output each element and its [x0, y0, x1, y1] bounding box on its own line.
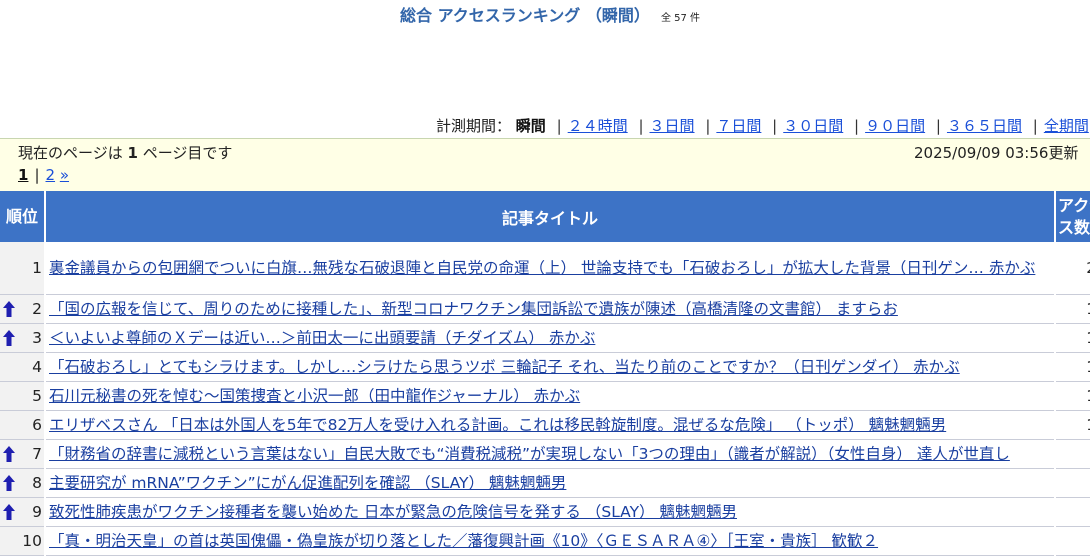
- table-header-row: 順位 記事タイトル アクセス数: [0, 191, 1090, 242]
- pagination: 1 | 2 »: [18, 166, 70, 184]
- rank-column-header: 順位: [0, 191, 46, 242]
- ranking-table: 順位 記事タイトル アクセス数 1 裏金議員からの包囲網でついに白旗…無残な石破退…: [0, 191, 1090, 556]
- period-link-24h[interactable]: ２４時間: [568, 117, 628, 135]
- article-title-link[interactable]: 「真・明治天皇」の首は英国傀儡・偽皇族が切り落とした／藩復興計画《10》〈ＧＥＳ…: [49, 532, 878, 550]
- rank-cell: 9: [0, 497, 46, 527]
- rank-number: 4: [32, 358, 42, 376]
- title-cell: 主要研究が mRNA”ワクチン”にがん促進配列を確認 （SLAY） 魑魅魍魎男: [45, 468, 1056, 498]
- info-bar: 現在のページは 1 ページ目です 2025/09/09 03:56更新 1 | 2 …: [0, 139, 1090, 191]
- rank-number: 8: [32, 474, 42, 492]
- rank-number: 10: [22, 532, 42, 550]
- article-title-link[interactable]: エリザベスさん 「日本は外国人を5年で82万人を受け入れる計画。これは移民斡旋制…: [49, 416, 946, 434]
- rank-up-arrow-icon: [3, 504, 15, 520]
- article-title-link[interactable]: 「石破おろし」とてもシラけます。しかし…シラけたら思うツボ 三輪記子 それ、当た…: [49, 358, 960, 376]
- title-cell: ＜いよいよ尊師のＸデーは近い…＞前田太一に出頭要請（チダイズム） 赤かぶ: [45, 323, 1056, 353]
- table-row: 9 致死性肺疾患がワクチン接種者を襲い始めた 日本が緊急の危険信号を発する （SL…: [0, 497, 1090, 527]
- table-row: 5 石川元秘書の死を悼む～国策捜査と小沢一郎（田中龍作ジャーナル） 赤かぶ 12: [0, 381, 1090, 411]
- period-link-7d[interactable]: ７日間: [716, 117, 761, 135]
- period-link-all[interactable]: 全期間: [1044, 117, 1089, 135]
- rank-up-arrow-icon: [3, 301, 15, 317]
- rank-up-arrow-icon: [3, 330, 15, 346]
- access-count: 4: [1055, 497, 1090, 527]
- rank-number: 2: [32, 300, 42, 318]
- article-title-link[interactable]: 「財務省の辞書に減税という言葉はない」自民大敗でも“消費税減税”が実現しない「3…: [49, 445, 1010, 463]
- access-count: 4: [1055, 526, 1090, 556]
- rank-cell: 4: [0, 352, 46, 382]
- rank-cell: 2: [0, 294, 46, 324]
- rank-up-arrow-icon: [3, 475, 15, 491]
- title-cell: 石川元秘書の死を悼む～国策捜査と小沢一郎（田中龍作ジャーナル） 赤かぶ: [45, 381, 1056, 411]
- page-link-1[interactable]: 1: [18, 166, 28, 184]
- title-cell: 「真・明治天皇」の首は英国傀儡・偽皇族が切り落とした／藩復興計画《10》〈ＧＥＳ…: [45, 526, 1056, 556]
- access-count: 17: [1055, 294, 1090, 324]
- page-link-2[interactable]: 2: [46, 166, 56, 184]
- access-count: 24: [1055, 242, 1090, 295]
- rank-up-arrow-icon: [3, 446, 15, 462]
- current-page-text: 現在のページは 1 ページ目です: [18, 144, 233, 162]
- title-column-header: 記事タイトル: [45, 191, 1056, 242]
- table-row: 2 「国の広報を信じて、周りのために接種した」、新型コロナワクチン集団訴訟で遺族が…: [0, 294, 1090, 324]
- table-row: 7 「財務省の辞書に減税という言葉はない」自民大敗でも“消費税減税”が実現しない「…: [0, 439, 1090, 469]
- table-row: 3 ＜いよいよ尊師のＸデーは近い…＞前田太一に出頭要請（チダイズム） 赤かぶ 16: [0, 323, 1090, 353]
- article-title-link[interactable]: 主要研究が mRNA”ワクチン”にがん促進配列を確認 （SLAY） 魑魅魍魎男: [49, 474, 566, 492]
- access-count: 16: [1055, 323, 1090, 353]
- period-current: 瞬間: [515, 117, 546, 135]
- rank-cell: 10: [0, 526, 46, 556]
- title-cell: 「石破おろし」とてもシラけます。しかし…シラけたら思うツボ 三輪記子 それ、当た…: [45, 352, 1056, 382]
- period-label: 計測期間：: [436, 117, 512, 135]
- article-title-link[interactable]: ＜いよいよ尊師のＸデーは近い…＞前田太一に出頭要請（チダイズム） 赤かぶ: [49, 329, 595, 347]
- period-link-3d[interactable]: ３日間: [650, 117, 695, 135]
- title-cell: エリザベスさん 「日本は外国人を5年で82万人を受け入れる計画。これは移民斡旋制…: [45, 410, 1056, 440]
- table-row: 1 裏金議員からの包囲網でついに白旗…無残な石破退陣と自民党の命運（上） 世論支持…: [0, 242, 1090, 295]
- period-link-90d[interactable]: ９０日間: [865, 117, 925, 135]
- rank-number: 3: [32, 329, 42, 347]
- access-count: 10: [1055, 410, 1090, 440]
- rank-cell: 7: [0, 439, 46, 469]
- table-row: 10 「真・明治天皇」の首は英国傀儡・偽皇族が切り落とした／藩復興計画《10》〈Ｇ…: [0, 526, 1090, 556]
- table-row: 8 主要研究が mRNA”ワクチン”にがん促進配列を確認 （SLAY） 魑魅魍魎男…: [0, 468, 1090, 498]
- rank-number: 5: [32, 387, 42, 405]
- rank-cell: 3: [0, 323, 46, 353]
- access-count: 16: [1055, 352, 1090, 382]
- rank-number: 7: [32, 445, 42, 463]
- ranking-body: 1 裏金議員からの包囲網でついに白旗…無残な石破退陣と自民党の命運（上） 世論支持…: [0, 242, 1090, 556]
- period-link-365d[interactable]: ３６５日間: [947, 117, 1022, 135]
- rank-cell: 5: [0, 381, 46, 411]
- rank-number: 1: [32, 259, 42, 277]
- next-page-link[interactable]: »: [60, 166, 69, 184]
- period-selector: 計測期間： 瞬間 | ２４時間 | ３日間 | ７日間 | ３０日間 | ９０日間 | ３６…: [436, 117, 1089, 135]
- article-title-link[interactable]: 「国の広報を信じて、周りのために接種した」、新型コロナワクチン集団訴訟で遺族が陳…: [49, 300, 898, 318]
- updated-timestamp: 2025/09/09 03:56更新: [914, 144, 1079, 162]
- rank-cell: 6: [0, 410, 46, 440]
- current-page-number: 1: [127, 144, 138, 162]
- table-row: 6 エリザベスさん 「日本は外国人を5年で82万人を受け入れる計画。これは移民斡旋…: [0, 410, 1090, 440]
- article-title-link[interactable]: 裏金議員からの包囲網でついに白旗…無残な石破退陣と自民党の命運（上） 世論支持で…: [49, 259, 1035, 277]
- total-count: 全 57 件: [660, 13, 701, 24]
- title-cell: 裏金議員からの包囲網でついに白旗…無残な石破退陣と自民党の命運（上） 世論支持で…: [45, 242, 1056, 295]
- article-title-link[interactable]: 致死性肺疾患がワクチン接種者を襲い始めた 日本が緊急の危険信号を発する （SLA…: [49, 503, 737, 521]
- table-row: 4 「石破おろし」とてもシラけます。しかし…シラけたら思うツボ 三輪記子 それ、当…: [0, 352, 1090, 382]
- access-count: 4: [1055, 468, 1090, 498]
- rank-cell: 8: [0, 468, 46, 498]
- rank-number: 9: [32, 503, 42, 521]
- period-link-30d[interactable]: ３０日間: [783, 117, 843, 135]
- access-count: 6: [1055, 439, 1090, 469]
- article-title-link[interactable]: 石川元秘書の死を悼む～国策捜査と小沢一郎（田中龍作ジャーナル） 赤かぶ: [49, 387, 580, 405]
- title-cell: 「国の広報を信じて、周りのために接種した」、新型コロナワクチン集団訴訟で遺族が陳…: [45, 294, 1056, 324]
- title-cell: 「財務省の辞書に減税という言葉はない」自民大敗でも“消費税減税”が実現しない「3…: [45, 439, 1056, 469]
- rank-number: 6: [32, 416, 42, 434]
- title-cell: 致死性肺疾患がワクチン接種者を襲い始めた 日本が緊急の危険信号を発する （SLA…: [45, 497, 1056, 527]
- rank-cell: 1: [0, 242, 46, 295]
- page-header: 総合 アクセスランキング （瞬間） 全 57 件: [400, 2, 700, 26]
- access-count: 12: [1055, 381, 1090, 411]
- page-title: 総合 アクセスランキング （瞬間）: [400, 6, 650, 25]
- access-column-header: アクセス数: [1055, 191, 1090, 242]
